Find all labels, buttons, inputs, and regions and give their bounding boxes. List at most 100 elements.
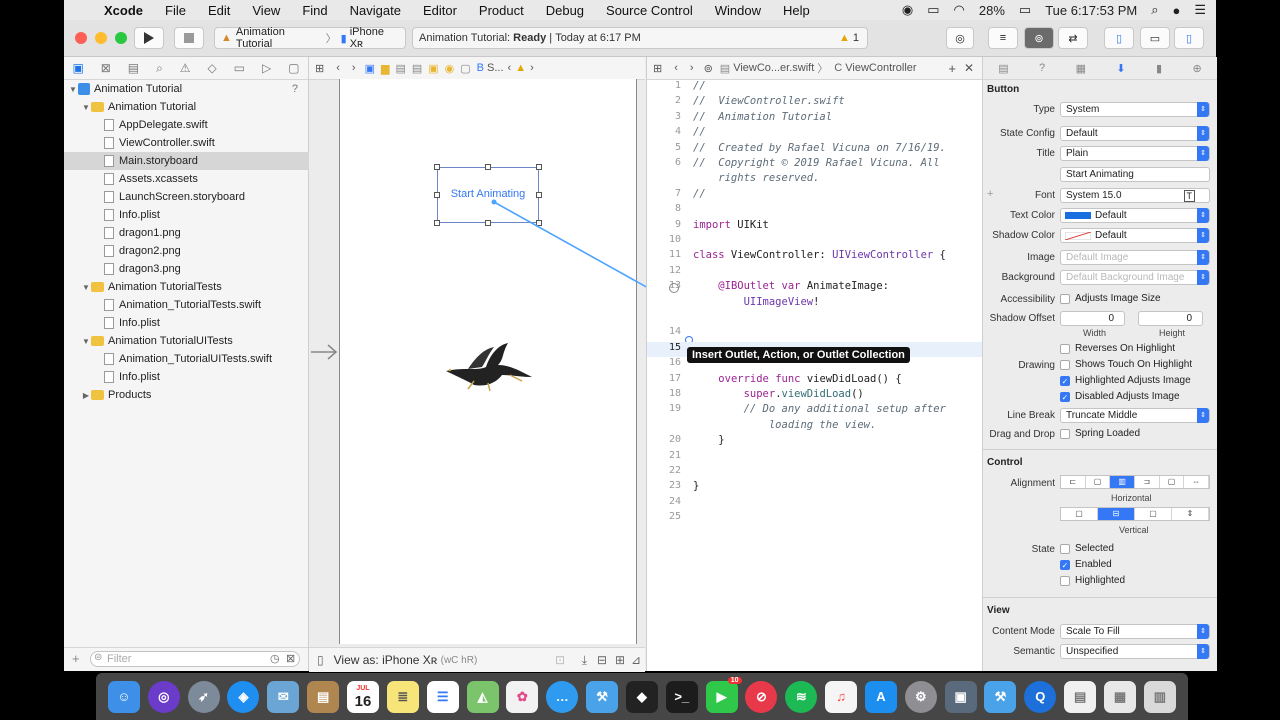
resize-handle[interactable] [536, 164, 542, 170]
code-line[interactable]: 21 [647, 450, 982, 465]
downloads-stack-icon[interactable]: ▦ [1104, 680, 1137, 713]
unity-icon[interactable]: ◆ [625, 680, 658, 713]
navigator-row[interactable]: Main.storyboard [64, 152, 338, 170]
itunes-icon[interactable]: ♫ [825, 680, 858, 713]
zoom-window-button[interactable] [115, 32, 127, 44]
code-line[interactable]: 14 [647, 326, 982, 345]
navigator-row[interactable]: AppDelegate.swift [64, 116, 338, 134]
spring-loaded-checkbox[interactable]: Spring Loaded [1060, 428, 1140, 439]
menu-find[interactable]: Find [302, 3, 327, 18]
type-popup[interactable]: System ⇕ [1060, 102, 1210, 117]
version-editor-button[interactable]: ⇄ [1058, 27, 1088, 49]
view-as-label[interactable]: View as: iPhone Xʀ [334, 653, 438, 667]
embed-in-stack-icon[interactable]: ⤓ [582, 653, 587, 668]
navigator-row[interactable]: LaunchScreen.storyboard [64, 188, 338, 206]
resolve-issues-icon[interactable]: ⊿ [631, 653, 641, 667]
iphone-scene-view[interactable]: Start Animating [339, 79, 637, 644]
code-line[interactable]: 5 // Created by Rafael Vicuna on 7/16/19. [647, 142, 982, 157]
code-line[interactable]: 20 } [647, 434, 982, 449]
toggle-debug-area-button[interactable]: ▭ [1140, 27, 1170, 49]
scheme-selector[interactable]: ▲ Animation Tutorial 〉 ▮ iPhone Xʀ [214, 26, 406, 50]
size-inspector-tab-icon[interactable]: ▮ [1156, 62, 1162, 75]
close-window-button[interactable] [75, 32, 87, 44]
selected-checkbox[interactable]: Selected [1060, 543, 1114, 554]
project-navigator-tab-icon[interactable]: ▣ [72, 61, 83, 75]
calendar-icon[interactable]: JUL 16 [346, 680, 379, 713]
valign-bottom-segment[interactable]: ▢ [1135, 508, 1172, 520]
menu-file[interactable]: File [165, 3, 186, 18]
automatic-mode-icon[interactable]: ⊚ [704, 62, 713, 75]
navigator-row[interactable]: Animation_TutorialTests.swift [64, 296, 338, 314]
code-line[interactable]: loading the view. [647, 419, 982, 434]
code-line[interactable]: rights reserved. [647, 172, 982, 187]
image-combo[interactable]: Default Image ⇕ [1060, 250, 1210, 265]
breakpoint-navigator-tab-icon[interactable]: ▷ [262, 61, 271, 75]
disclosure-expanded-icon[interactable]: ▼ [81, 283, 91, 292]
view-icon[interactable]: ▢ [460, 62, 470, 75]
forward-icon[interactable]: › [690, 62, 694, 74]
enabled-checkbox[interactable]: ✓ Enabled [1060, 559, 1112, 570]
mail-icon[interactable]: ✉ [267, 680, 300, 713]
navigator-row[interactable]: Info.plist [64, 314, 338, 332]
spotify-icon[interactable]: ≋ [785, 680, 818, 713]
font-picker-icon[interactable]: T [1183, 190, 1195, 202]
align-fill-segment[interactable]: ⇔ [1184, 476, 1210, 488]
launchpad-icon[interactable]: ➶ [187, 680, 220, 713]
vertical-alignment-control[interactable]: ▢ ⊟ ▢ ⇕ [1060, 507, 1210, 521]
menu-product[interactable]: Product [479, 3, 524, 18]
attributes-inspector-tab-icon[interactable]: ⬇ [1116, 62, 1125, 75]
file-inspector-tab-icon[interactable]: ▤ [998, 62, 1008, 75]
standard-editor-button[interactable]: ≡ [988, 27, 1018, 49]
preview-icon[interactable]: ▣ [944, 680, 977, 713]
photos-icon[interactable]: ✿ [506, 680, 539, 713]
storyboard-base-icon[interactable]: ▤ [412, 62, 422, 75]
source-control-tab-icon[interactable]: ⊠ [101, 61, 111, 75]
siri-icon[interactable]: ◎ [147, 680, 180, 713]
finder-icon[interactable]: ☺ [107, 680, 140, 713]
navigator-row[interactable]: Info.plist [64, 206, 338, 224]
code-line[interactable]: 23} [647, 480, 982, 495]
valign-top-segment[interactable]: ▢ [1061, 508, 1098, 520]
code-line[interactable] [647, 311, 982, 326]
menu-clock[interactable]: Tue 6:17:53 PM [1045, 3, 1137, 18]
code-line[interactable]: 1 // [647, 80, 982, 95]
navigator-row[interactable]: ▼ Animation TutorialUITests [64, 332, 325, 350]
code-line[interactable]: 22 [647, 465, 982, 480]
resize-handle[interactable] [434, 220, 440, 226]
menu-window[interactable]: Window [715, 3, 761, 18]
semantic-popup[interactable]: Unspecified ⇕ [1060, 644, 1210, 659]
navigator-row[interactable]: Animation_TutorialUITests.swift [64, 350, 338, 368]
code-line[interactable]: 10 [647, 234, 982, 249]
news-icon[interactable]: ⊘ [745, 680, 778, 713]
minimize-window-button[interactable] [95, 32, 107, 44]
navigator-row[interactable]: dragon3.png [64, 260, 338, 278]
trash-icon[interactable]: ▥ [1143, 680, 1176, 713]
valign-fill-segment[interactable]: ⇕ [1172, 508, 1209, 520]
navigator-row[interactable]: ViewController.swift [64, 134, 338, 152]
menu-source-control[interactable]: Source Control [606, 3, 693, 18]
shadow-offset-height-field[interactable]: 0 [1138, 311, 1203, 326]
code-line[interactable]: 12 [647, 265, 982, 280]
shadow-offset-width-field[interactable]: 0 [1060, 311, 1125, 326]
recent-files-icon[interactable]: ◷ [270, 652, 280, 665]
battery-percent[interactable]: 28% [979, 3, 1005, 18]
code-line[interactable]: 19 // Do any additional setup after [647, 403, 982, 418]
run-button[interactable] [134, 27, 164, 49]
menu-editor[interactable]: Editor [423, 3, 457, 18]
title-type-popup[interactable]: Plain ⇕ [1060, 146, 1210, 161]
symbol-navigator-tab-icon[interactable]: ▤ [128, 61, 139, 75]
align-center-segment[interactable]: ▥ [1110, 476, 1136, 488]
navigator-row[interactable]: ▶ Products [64, 386, 325, 404]
notification-center-icon[interactable]: ☰ [1194, 2, 1206, 18]
back-icon[interactable]: ‹ [336, 62, 340, 74]
state-config-popup[interactable]: Default ⇕ [1060, 126, 1210, 141]
identity-inspector-tab-icon[interactable]: ▦ [1076, 62, 1086, 75]
quick-help-tab-icon[interactable]: ? [1039, 62, 1045, 74]
code-line[interactable]: 9 import UIKit [647, 219, 982, 234]
editor-jump-symbol[interactable]: ViewController [845, 62, 916, 74]
code-line[interactable]: 3 // Animation Tutorial [647, 111, 982, 126]
content-mode-popup[interactable]: Scale To Fill ⇕ [1060, 624, 1210, 639]
menu-help[interactable]: Help [783, 3, 810, 18]
shadow-color-popup[interactable]: Default ⇕ [1060, 228, 1210, 243]
reminders-icon[interactable]: ☰ [426, 680, 459, 713]
